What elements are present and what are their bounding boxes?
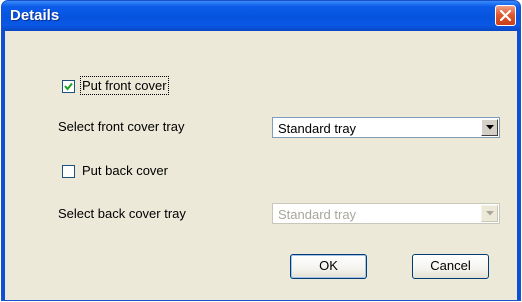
details-dialog: Details Put front cover Select front cov…	[1, 0, 521, 301]
front-cover-tray-select[interactable]: Standard tray	[272, 117, 500, 138]
chevron-down-icon	[486, 125, 494, 130]
close-icon	[500, 10, 511, 21]
put-back-cover-checkbox[interactable]	[62, 165, 75, 178]
front-cover-tray-label: Select front cover tray	[58, 119, 185, 134]
back-cover-tray-dropdown-button[interactable]	[481, 205, 498, 222]
title-bar[interactable]: Details	[2, 1, 520, 31]
put-front-cover-label[interactable]: Put front cover	[80, 76, 169, 95]
close-button[interactable]	[495, 5, 516, 26]
back-cover-tray-label: Select back cover tray	[58, 206, 186, 221]
front-cover-tray-value: Standard tray	[278, 121, 357, 136]
put-back-cover-label[interactable]: Put back cover	[82, 163, 168, 178]
chevron-down-icon	[486, 211, 494, 216]
dialog-body: Put front cover Select front cover tray …	[5, 31, 517, 300]
front-cover-tray-dropdown-button[interactable]	[481, 119, 498, 136]
back-cover-tray-value: Standard tray	[278, 207, 357, 222]
cancel-button[interactable]: Cancel	[412, 254, 489, 279]
check-icon	[64, 82, 73, 91]
window-title: Details	[10, 7, 60, 24]
put-front-cover-checkbox[interactable]	[62, 80, 75, 93]
back-cover-tray-select[interactable]: Standard tray	[272, 203, 500, 224]
ok-button[interactable]: OK	[290, 254, 367, 279]
